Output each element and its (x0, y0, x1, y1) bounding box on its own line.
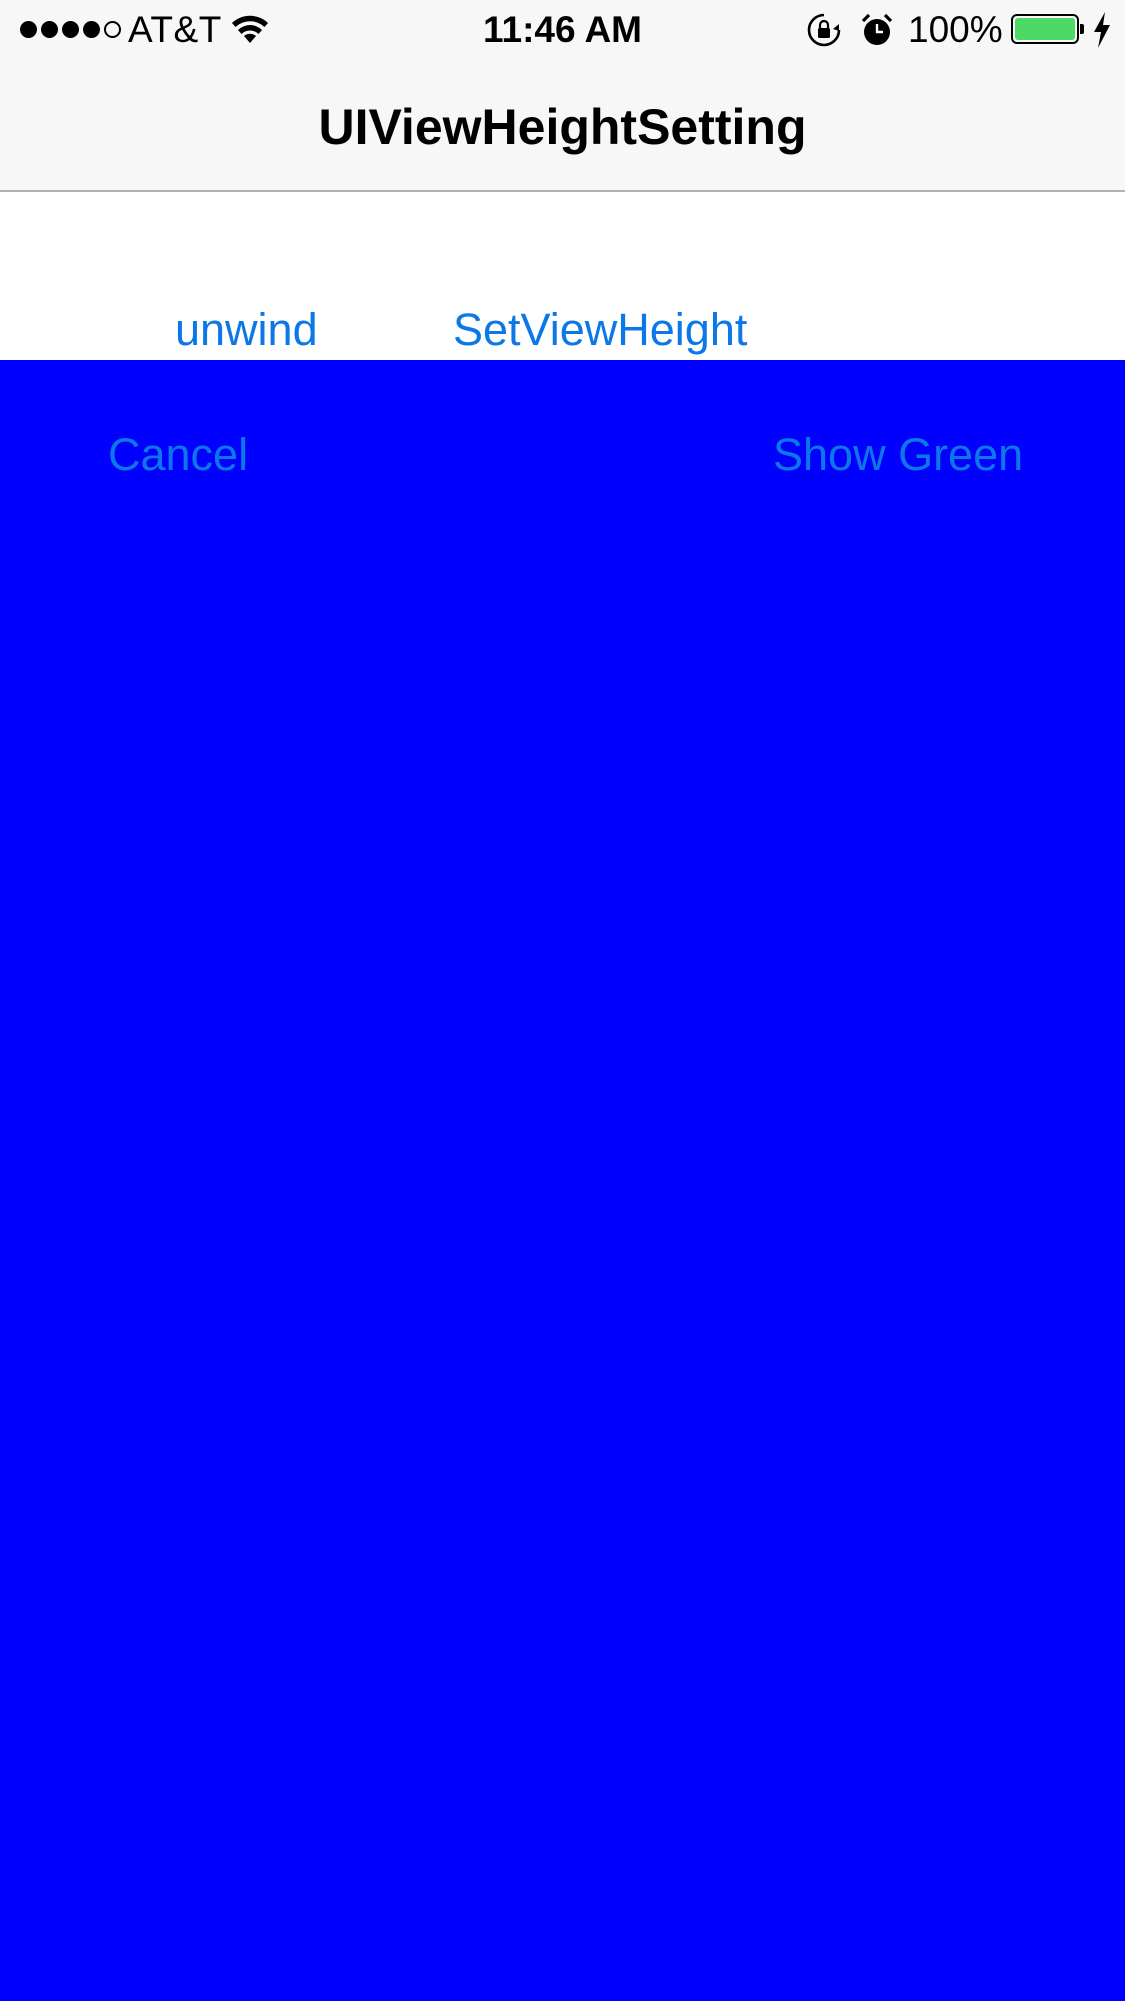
unwind-button[interactable]: unwind (175, 304, 318, 356)
blue-view-panel (0, 360, 1125, 2001)
rotation-lock-icon (807, 13, 841, 47)
battery-percentage: 100% (908, 9, 1003, 50)
alarm-icon (861, 13, 893, 45)
battery-icon (1011, 14, 1079, 44)
cancel-button[interactable]: Cancel (108, 429, 248, 481)
navigation-header: AT&T 11:46 AM 100% UIViewHeightSetting (0, 0, 1125, 192)
charging-bolt-icon (1094, 12, 1110, 48)
battery-nub (1080, 24, 1084, 34)
page-title: UIViewHeightSetting (318, 99, 807, 155)
set-view-height-button[interactable]: SetViewHeight (453, 304, 747, 356)
status-bar: AT&T 11:46 AM 100% (0, 0, 1125, 62)
screen: AT&T 11:46 AM 100% UIViewHeightSetting u… (0, 0, 1125, 2001)
show-green-button[interactable]: Show Green (773, 429, 1023, 481)
battery-level-fill (1015, 18, 1075, 40)
